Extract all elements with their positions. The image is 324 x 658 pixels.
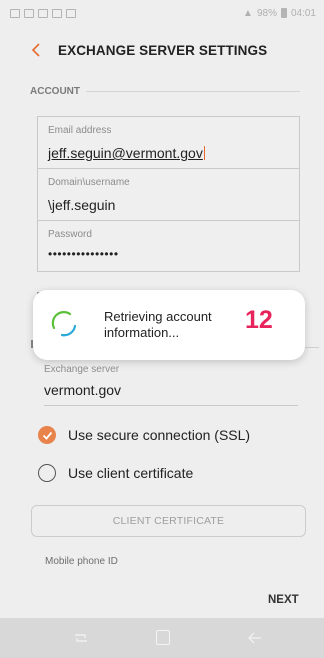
system-status: ▲ 98% 04:01 [243,8,316,19]
email-field[interactable]: Email address jeff.seguin@vermont.gov [38,117,299,169]
username-field[interactable]: Domain\username \jeff.seguin [38,169,299,221]
client-cert-option[interactable]: Use client certificate [38,464,193,482]
notification-icons [10,8,76,18]
exchange-server-input[interactable]: vermont.gov [44,382,121,398]
progress-dialog: Retrieving account information... 12 [33,290,305,360]
section-label: ACCOUNT [30,86,80,97]
notification-icon [52,8,62,18]
navigation-bar [0,618,324,658]
exchange-server-label: Exchange server [44,364,120,375]
chevron-left-icon[interactable] [28,42,44,58]
password-label: Password [48,229,92,240]
checkmark-icon [42,431,52,440]
battery-percent: 98% [256,7,277,19]
mobile-phone-id-label: Mobile phone ID [45,556,118,567]
client-certificate-button[interactable]: CLIENT CERTIFICATE [31,505,306,537]
dialog-message: Retrieving account information... [104,309,212,340]
client-cert-label: Use client certificate [68,465,194,481]
ssl-label: Use secure connection (SSL) [68,427,251,443]
page-title: EXCHANGE SERVER SETTINGS [58,43,268,58]
ssl-option[interactable]: Use secure connection (SSL) [38,426,250,444]
recent-apps-icon[interactable] [73,630,89,646]
step-number-annotation: 12 [245,306,273,334]
account-form: Email address jeff.seguin@vermont.gov Do… [37,116,300,272]
notification-icon [38,8,48,18]
notification-icon [66,8,76,18]
username-label: Domain\username [48,177,130,188]
home-icon[interactable] [156,630,170,645]
loading-spinner-icon [51,311,77,337]
input-underline [44,405,298,406]
signal-icon: ▲ [243,7,253,19]
app-header: EXCHANGE SERVER SETTINGS [0,30,324,70]
email-label: Email address [48,125,112,136]
back-arrow-icon[interactable] [247,630,263,646]
email-input[interactable]: jeff.seguin@vermont.gov [48,145,205,161]
password-field[interactable]: Password ••••••••••••••• [38,221,299,272]
divider [305,347,319,348]
password-input[interactable]: ••••••••••••••• [48,247,119,261]
text-cursor [203,146,205,160]
username-input[interactable]: \jeff.seguin [48,197,115,213]
checked-radio-icon[interactable] [38,426,56,444]
divider [86,91,300,92]
next-button[interactable]: NEXT [268,594,299,606]
clock: 04:01 [290,7,316,19]
notification-icon [10,8,20,18]
notification-icon [24,8,34,18]
battery-icon [280,8,287,18]
email-value: jeff.seguin@vermont.gov [48,145,203,161]
status-bar: ▲ 98% 04:01 [0,0,324,26]
unchecked-radio-icon[interactable] [38,464,56,482]
section-header-account: ACCOUNT [30,86,300,97]
